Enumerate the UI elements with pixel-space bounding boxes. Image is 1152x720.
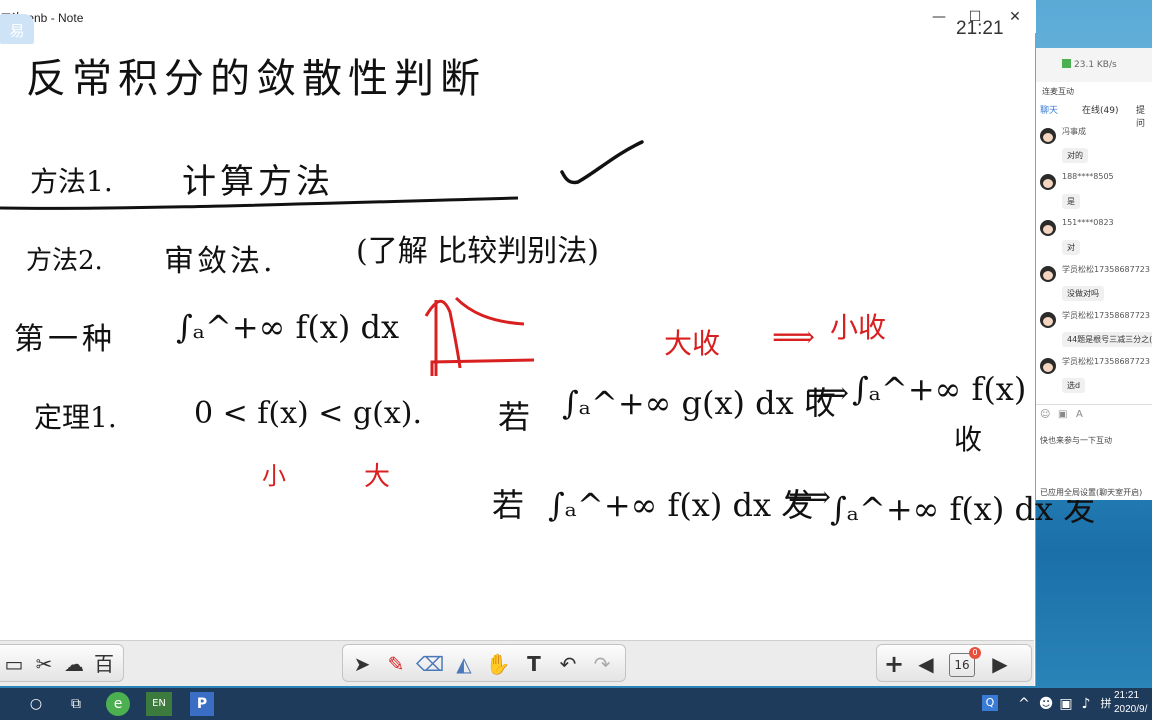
next-page-button[interactable]: ▶ [985, 649, 1015, 679]
method2-name: 审敛法. [164, 244, 276, 279]
title-bar[interactable]: 二次.enb - Note — ☐ ✕ [0, 0, 1036, 33]
emoji-icon[interactable]: ☺ [1040, 409, 1050, 420]
add-page-button[interactable]: + [879, 649, 909, 679]
converge-result: 收 [954, 423, 983, 456]
browser-icon[interactable]: e [106, 692, 130, 716]
tools-icon[interactable]: ✂ [29, 649, 59, 679]
message-text: 对 [1062, 240, 1080, 255]
page-badge: 0 [969, 647, 981, 659]
message-sender: 188****8505 [1062, 172, 1114, 181]
message-text: 没做对吗 [1062, 286, 1104, 301]
method2-note: (了解 比较判别法) [356, 234, 599, 269]
screen-icon[interactable]: ▭ [0, 649, 29, 679]
avatar [1040, 266, 1056, 282]
chat-tabs: 聊天 在线(49) 提问 [1036, 100, 1152, 129]
ruo-1: 若 [498, 398, 531, 436]
message-text: 是 [1062, 194, 1080, 209]
theorem-label: 定理1. [34, 401, 117, 434]
first-kind-label: 第一种 [14, 322, 116, 357]
undo-icon[interactable]: ↶ [553, 649, 583, 679]
taskbar-date: 2020/9/ [1114, 704, 1148, 715]
tab-chat[interactable]: 聊天 [1040, 103, 1058, 116]
pen-icon[interactable]: ✎ [381, 649, 411, 679]
converge-statement-left: ∫ₐ^+∞ g(x) dx 收 [562, 384, 836, 422]
avatar [1040, 128, 1056, 144]
text-icon[interactable]: T [519, 649, 549, 679]
minimize-button[interactable]: — [924, 6, 954, 28]
note-window: 二次.enb - Note — ☐ ✕ 易 21:21 反常积分的敛散性判断 方… [0, 0, 1095, 686]
prev-page-button[interactable]: ◀ [911, 649, 941, 679]
small-converge-label: 小收 [830, 311, 887, 344]
message-sender: 151****0823 [1062, 218, 1114, 227]
powerpoint-icon[interactable]: P [190, 692, 214, 716]
settings-hint: 已应用全局设置(聊天室开启) [1040, 488, 1143, 497]
redo-icon[interactable]: ↷ [587, 649, 617, 679]
chat-header: 23.1 KB/s [1036, 48, 1152, 82]
tab-online[interactable]: 在线(49) [1082, 103, 1118, 116]
check-mark-icon [560, 140, 644, 185]
inequality: 0 < f(x) < g(x). [194, 396, 423, 431]
cloud-icon[interactable]: ☁ [59, 649, 89, 679]
tab-questions[interactable]: 提问 [1136, 103, 1152, 129]
big-label: 大 [364, 462, 391, 492]
taskbar: ○ ⧉ e EN P Q ^ ☻ ▣ ♪ 拼 21:21 2020/9/ [0, 688, 1152, 720]
bottom-toolbar: ▭ ✂ ☁ 百 ➤ ✎ ⌫ ◭ ✋ T ↶ ↷ + ◀ 16 0 ▶ [0, 640, 1034, 686]
network-speed: 23.1 KB/s [1074, 60, 1117, 70]
join-hint: 快也来参与一下互动 [1040, 436, 1112, 445]
board-title: 反常积分的敛散性判断 [26, 56, 486, 102]
small-label: 小 [262, 462, 286, 490]
diverge-statement-left: ∫ₐ^+∞ f(x) dx 发 [548, 486, 814, 524]
message-text: 选d [1062, 378, 1086, 393]
implies-arrow-3: ⟹ [788, 480, 832, 515]
shape-icon[interactable]: ◭ [449, 649, 479, 679]
first-kind-integral: ∫ₐ^+∞ f(x) dx [176, 308, 400, 346]
message-sender: 学员松松17358687723 [1062, 311, 1150, 320]
message-sender: 冯事成 [1062, 127, 1086, 136]
implies-arrow-1: ⟹ [772, 320, 816, 355]
hand-icon[interactable]: ✋ [483, 649, 513, 679]
chat-panel: 23.1 KB/s 连麦互动 聊天 在线(49) 提问 冯事成 对的 188**… [1036, 48, 1152, 500]
avatar [1040, 220, 1056, 236]
big-converge-label: 大收 [664, 327, 721, 360]
taskbar-clock[interactable]: 21:21 2020/9/ [1114, 689, 1147, 717]
avatar [1040, 358, 1056, 374]
underline-stroke [0, 196, 519, 210]
center-tool-group: ➤ ✎ ⌫ ◭ ✋ T ↶ ↷ [342, 644, 626, 682]
image-icon[interactable]: ▣ [1058, 409, 1067, 420]
eraser-icon[interactable]: ⌫ [415, 649, 445, 679]
chevron-up-icon[interactable]: ^ [1012, 692, 1036, 716]
method2-label: 方法2. [26, 246, 103, 276]
baidu-icon[interactable]: 百 [89, 649, 119, 679]
left-tool-group: ▭ ✂ ☁ 百 [0, 644, 124, 682]
lang-indicator[interactable]: EN [146, 692, 172, 716]
ruo-2: 若 [492, 486, 525, 524]
message-sender: 学员松松17358687723 [1062, 265, 1150, 274]
taskbar-time: 21:21 [1114, 690, 1140, 701]
font-icon[interactable]: A [1076, 409, 1083, 420]
signal-icon [1062, 59, 1071, 68]
page-tool-group: + ◀ 16 0 ▶ [876, 644, 1032, 682]
close-button[interactable]: ✕ [1000, 6, 1030, 28]
decreasing-function-sketch [424, 296, 535, 376]
message-text: 44题是根号三减三分之( [1062, 332, 1152, 347]
avatar [1040, 312, 1056, 328]
qq-icon[interactable]: Q [982, 695, 998, 711]
avatar [1040, 174, 1056, 190]
implies-arrow-2: ⟹ [806, 376, 850, 411]
pointer-icon[interactable]: ➤ [347, 649, 377, 679]
message-sender: 学员松松17358687723 [1062, 357, 1150, 366]
task-view-icon[interactable]: ⧉ [64, 692, 88, 716]
message-text: 对的 [1062, 148, 1088, 163]
search-icon[interactable]: ○ [24, 692, 48, 716]
chat-input-area[interactable]: ☺ ▣ A 快也来参与一下互动 已应用全局设置(聊天室开启) [1036, 404, 1152, 500]
section-label: 连麦互动 [1042, 87, 1074, 96]
